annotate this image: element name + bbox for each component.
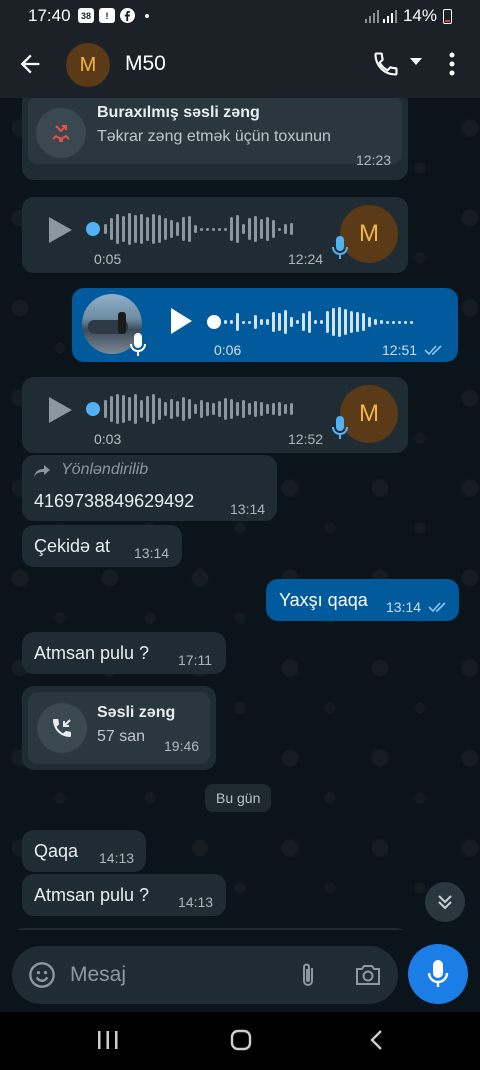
audio-waveform[interactable] [104,211,293,247]
audio-waveform[interactable] [224,304,413,340]
contact-avatar[interactable]: M [66,43,110,87]
play-icon[interactable] [46,395,74,425]
message-text: Atmsan pulu ? [34,885,150,905]
message-text: Qaqa [34,841,79,861]
missed-call-icon [36,108,86,158]
double-chevron-down-icon [438,895,452,910]
system-back-icon[interactable] [368,1029,384,1051]
voice-call-message[interactable]: Səsli zəng 57 san 19:46 [22,686,216,770]
scroll-to-bottom-button[interactable] [425,882,465,922]
voice-message[interactable]: 0:05 12:24 M [22,197,408,273]
notification-icons: 38 ! [78,8,149,23]
voice-duration: 0:03 [94,431,122,447]
message-time: 12:51 [382,342,418,358]
microphone-icon [427,960,449,987]
more-notifications-dot [145,13,149,18]
voice-mic-icon [332,416,348,439]
read-receipt-icon [428,602,446,613]
message-text: Atmsan pulu ? [34,643,150,663]
emoji-icon[interactable] [28,961,56,989]
status-bar: 17:40 38 ! 14% [0,0,480,32]
avatar-initial: M [359,400,379,427]
playback-position-dot[interactable] [207,315,221,329]
facebook-icon [120,8,135,23]
message-time: 13:14 [386,599,422,615]
composer: Mesaj [0,930,480,1012]
message-time: 19:46 [164,738,200,754]
message-time: 13:14 [134,545,170,561]
attach-icon[interactable] [296,961,320,989]
forwarded-message[interactable]: Yönləndirilib 4169738849629492 13:14 [22,455,277,521]
missed-call-message[interactable]: Buraxılmış səsli zəng Təkrar zəng etmək … [22,98,408,180]
call-options-caret-icon[interactable] [410,58,422,65]
message-time: 13:14 [230,501,266,517]
battery-icon [443,8,452,24]
message-text: Yaxşı qaqa [279,590,368,610]
audio-waveform[interactable] [104,391,293,427]
voice-call-duration: 57 san [97,728,146,745]
home-icon[interactable] [230,1029,252,1051]
battery-percent: 14% [402,6,437,25]
camera-icon[interactable] [353,961,383,989]
voice-message-outgoing[interactable]: 0:06 12:51 [72,288,458,362]
voice-duration: 0:06 [214,342,242,358]
outgoing-message[interactable]: Yaxşı qaqa 13:14 [266,579,459,621]
message-placeholder: Mesaj [70,963,127,986]
voice-mic-icon [130,333,146,356]
playback-position-dot[interactable] [86,402,100,416]
message-input[interactable]: Mesaj [12,946,398,1004]
incoming-message[interactable]: Atmsan pulu ? 14:13 [22,874,226,916]
voice-mic-icon [332,236,348,259]
notification-badge: 38 [78,8,94,23]
voice-call-title: Səsli zəng [97,704,176,721]
voice-duration: 0:05 [94,251,122,267]
incoming-message[interactable]: Qaqa 14:13 [22,830,146,872]
message-time: 12:23 [356,152,392,168]
chat-header: M M50 [0,32,480,98]
recent-apps-icon[interactable] [97,1030,119,1050]
play-icon[interactable] [168,306,194,336]
incoming-call-icon [37,703,87,753]
message-time: 14:13 [178,894,214,910]
voice-record-button[interactable] [408,944,468,1004]
message-time: 14:13 [99,850,135,866]
missed-call-title: Buraxılmış səsli zəng [97,104,260,121]
sender-avatar: M [340,385,398,443]
playback-position-dot[interactable] [86,222,100,236]
chat-area[interactable]: Buraxılmış səsli zəng Təkrar zəng etmək … [0,98,480,930]
incoming-message[interactable]: Atmsan pulu ? 17:11 [22,632,226,674]
incoming-message[interactable]: Çekidə at 13:14 [22,525,182,567]
alert-icon: ! [99,8,115,23]
sender-avatar: M [340,205,398,263]
status-right: 14% [364,6,452,26]
forward-icon [34,465,50,477]
message-time: 12:24 [288,251,324,267]
message-text: 4169738849629492 [34,491,195,511]
message-time: 12:52 [288,431,324,447]
date-divider: Bu gün [205,784,272,812]
avatar-initial: M [79,53,97,76]
play-icon[interactable] [46,215,74,245]
signal-icon [364,10,397,23]
contact-name[interactable]: M50 [125,52,166,76]
avatar-initial: M [359,220,379,247]
more-options-icon[interactable] [446,50,458,78]
phone-call-icon[interactable] [372,50,400,78]
back-arrow-icon[interactable] [16,50,44,78]
read-receipt-icon [424,345,442,356]
missed-call-subtitle: Təkrar zəng etmək üçün toxunun [97,128,331,145]
voice-message[interactable]: 0:03 12:52 M [22,377,408,453]
system-navigation-bar [0,1012,480,1070]
forwarded-label: Yönləndirilib [61,461,149,478]
message-text: Çekidə at [34,536,111,556]
message-time: 17:11 [178,652,212,668]
status-time: 17:40 [28,6,71,25]
